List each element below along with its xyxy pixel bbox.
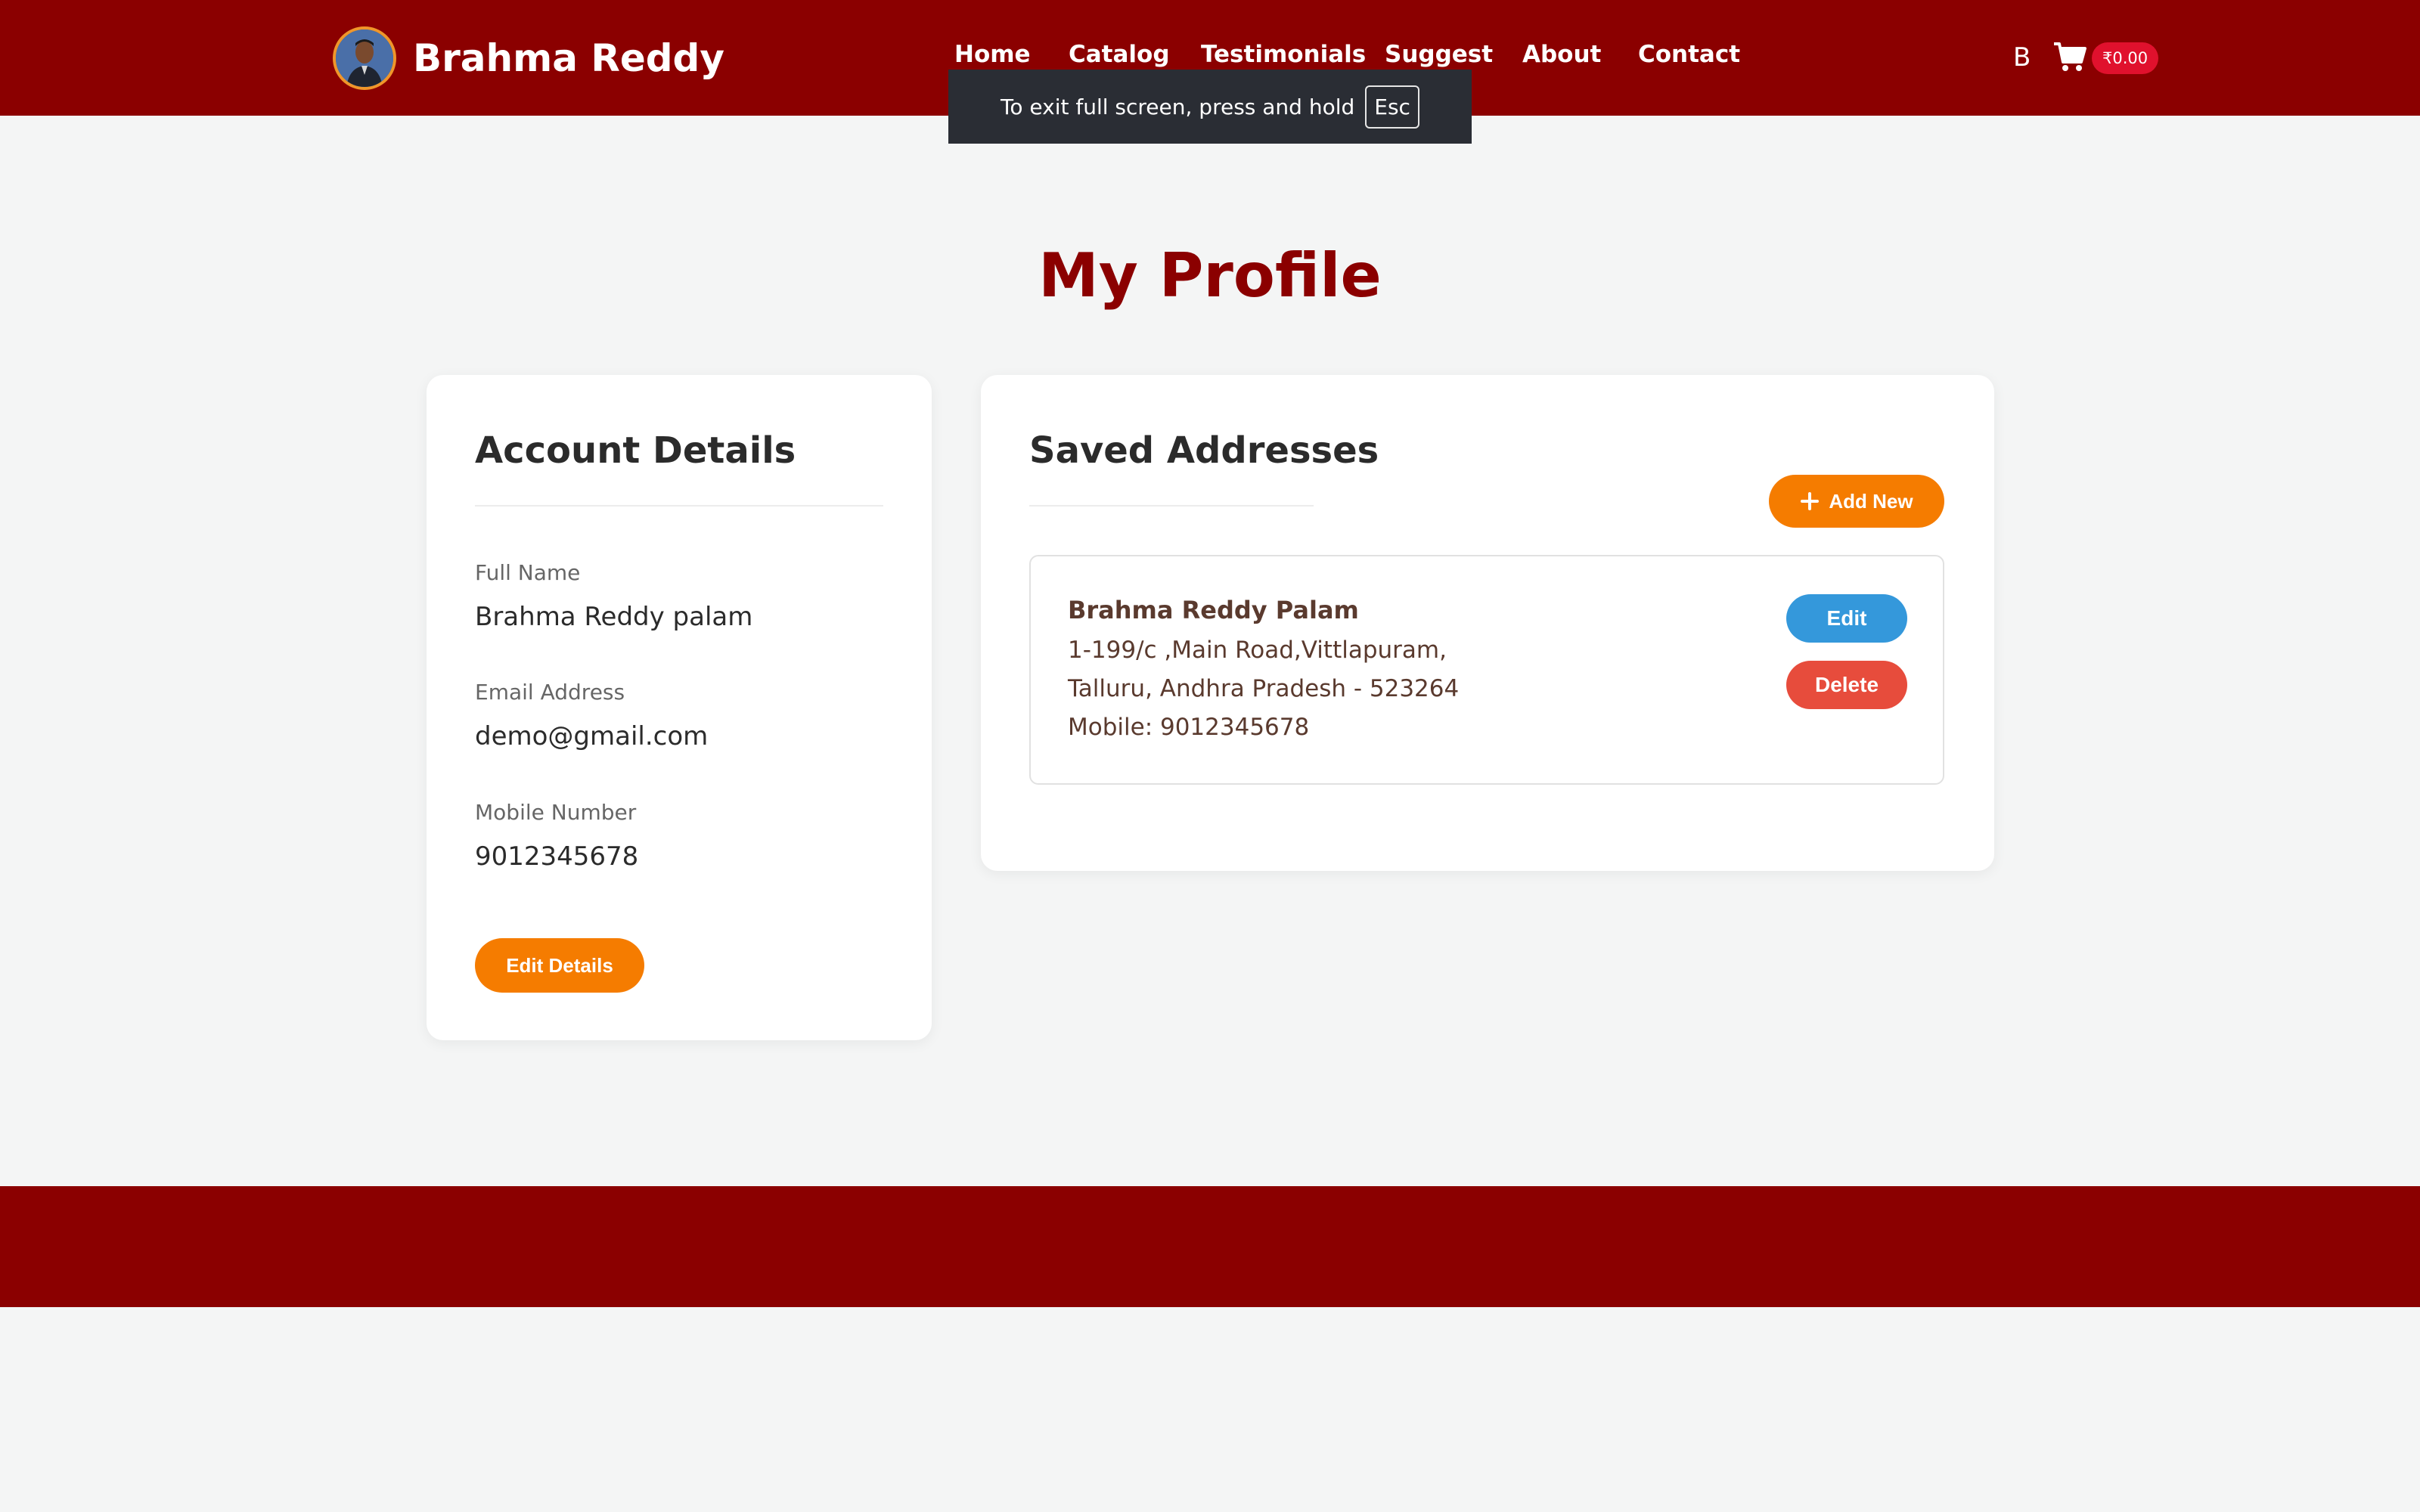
toast-text: To exit full screen, press and hold — [1001, 94, 1355, 119]
edit-details-button[interactable]: Edit Details — [475, 938, 644, 993]
account-divider — [475, 505, 883, 507]
address-line-1: 1-199/c ,Main Road,Vittlapuram, — [1068, 637, 1447, 664]
nav-suggest[interactable]: Suggest — [1385, 41, 1493, 68]
addresses-divider — [1029, 505, 1314, 507]
cart-icon[interactable] — [2052, 41, 2087, 73]
add-new-address-button[interactable]: Add New — [1769, 475, 1944, 528]
user-initial[interactable]: B — [2013, 42, 2031, 73]
footer — [0, 1186, 2420, 1307]
page-title: My Profile — [1038, 240, 1382, 311]
account-details-heading: Account Details — [475, 429, 796, 472]
plus-icon — [1801, 492, 1820, 510]
address-mobile: Mobile: 9012345678 — [1068, 714, 1310, 741]
brand[interactable]: Brahma Reddy — [333, 25, 724, 91]
toast-key: Esc — [1365, 85, 1419, 129]
mobile-value: 9012345678 — [475, 841, 639, 872]
delete-address-button[interactable]: Delete — [1786, 661, 1907, 709]
brand-name: Brahma Reddy — [413, 36, 724, 80]
nav-catalog[interactable]: Catalog — [1069, 41, 1170, 68]
address-line-2: Talluru, Andhra Pradesh - 523264 — [1068, 675, 1460, 702]
avatar — [333, 26, 396, 90]
nav-testimonials[interactable]: Testimonials — [1201, 41, 1366, 68]
edit-address-button[interactable]: Edit — [1786, 594, 1907, 643]
nav-contact[interactable]: Contact — [1638, 41, 1740, 68]
nav-about[interactable]: About — [1522, 41, 1601, 68]
email-value: demo@gmail.com — [475, 721, 709, 751]
saved-addresses-heading: Saved Addresses — [1029, 429, 1379, 472]
address-name: Brahma Reddy Palam — [1068, 596, 1359, 624]
avatar-photo-icon — [336, 29, 393, 87]
fullscreen-exit-toast: To exit full screen, press and hold Esc — [948, 70, 1472, 144]
mobile-label: Mobile Number — [475, 800, 637, 825]
add-new-label: Add New — [1829, 489, 1913, 513]
full-name-label: Full Name — [475, 560, 581, 585]
nav-home[interactable]: Home — [954, 41, 1031, 68]
cart-total-badge[interactable]: ₹0.00 — [2092, 42, 2159, 74]
full-name-value: Brahma Reddy palam — [475, 602, 753, 632]
email-label: Email Address — [475, 680, 625, 705]
